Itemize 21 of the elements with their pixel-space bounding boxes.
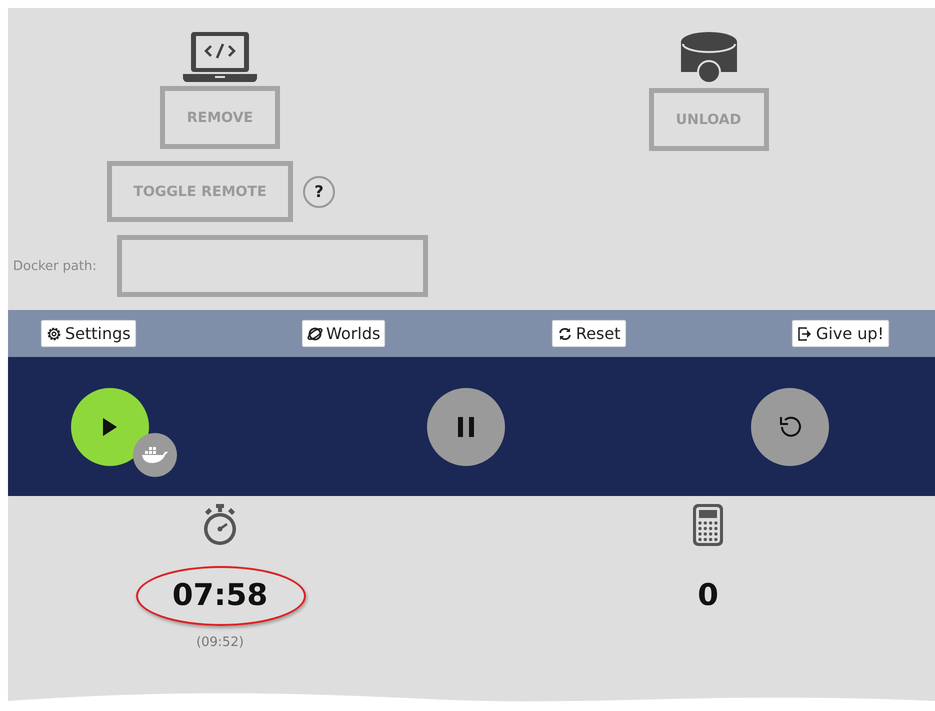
count-value: 0 [698, 577, 718, 615]
pause-icon [458, 416, 474, 436]
help-button[interactable]: ? [303, 176, 335, 208]
play-icon [101, 416, 119, 436]
calculator-icon [693, 504, 723, 546]
planet-icon [307, 326, 324, 342]
whale-icon [141, 446, 169, 464]
docker-path-field[interactable] [117, 235, 428, 297]
gear-icon [46, 326, 62, 342]
nav-button[interactable]: Reset [552, 320, 626, 347]
docker-path-label: Docker path: [13, 258, 98, 274]
exit-icon [797, 326, 814, 342]
nav-button[interactable]: Give up! [792, 320, 889, 347]
nav-button[interactable]: Worlds [302, 320, 386, 347]
timer-value: 07:58 [172, 577, 268, 615]
refresh-icon [556, 326, 573, 342]
restart-icon [778, 414, 802, 438]
nav-button[interactable]: Settings [41, 320, 136, 347]
laptop-icon [183, 30, 257, 82]
time-limit: (09:52) [196, 635, 244, 650]
robot-icon [678, 30, 738, 84]
